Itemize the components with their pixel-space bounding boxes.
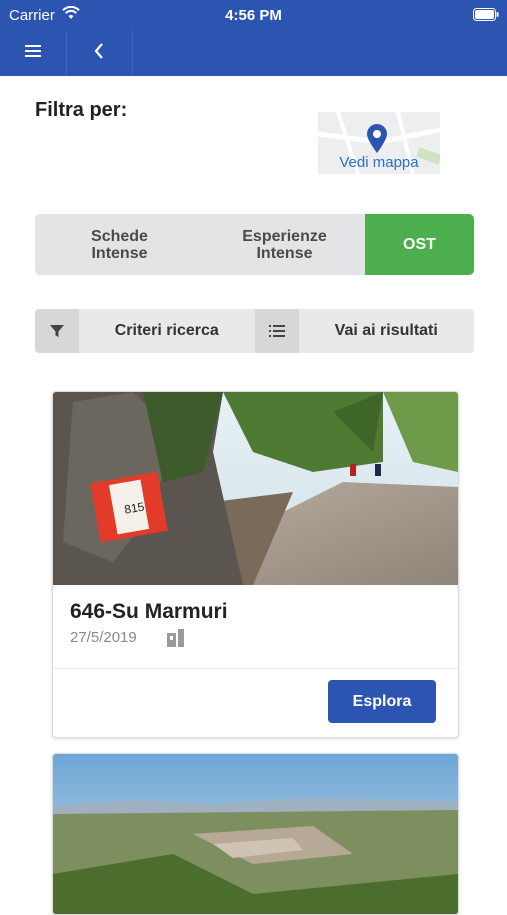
trail-card: 815 646-Su Marmuri 27/5/2019 Esplora bbox=[52, 391, 459, 738]
map-link[interactable]: Vedi mappa bbox=[318, 112, 440, 174]
nav-bar bbox=[0, 30, 507, 76]
filter-label: Filtra per: bbox=[35, 99, 128, 121]
card-title: 646-Su Marmuri bbox=[70, 600, 228, 623]
hamburger-icon bbox=[25, 44, 41, 63]
trail-icon bbox=[166, 629, 188, 652]
explore-button[interactable]: Esplora bbox=[328, 680, 436, 723]
back-button[interactable] bbox=[66, 30, 133, 76]
trail-card bbox=[52, 753, 459, 915]
list-icon[interactable] bbox=[254, 309, 299, 353]
battery-icon bbox=[473, 8, 499, 25]
search-criteria-button[interactable]: Criteri ricerca bbox=[79, 309, 255, 353]
segment-schede-intense[interactable]: Schede Intense bbox=[35, 214, 204, 275]
trail-photo bbox=[53, 754, 458, 914]
clock: 4:56 PM bbox=[225, 7, 282, 24]
status-bar: Carrier 4:56 PM bbox=[0, 0, 507, 30]
menu-button[interactable] bbox=[0, 30, 67, 76]
card-divider bbox=[53, 668, 458, 669]
results-toolbar: Criteri ricerca Vai ai risultati bbox=[35, 309, 474, 353]
segment-ost[interactable]: OST bbox=[365, 214, 474, 275]
segment-esperienze-intense[interactable]: Esperienze Intense bbox=[204, 214, 365, 275]
trail-photo: 815 bbox=[53, 392, 458, 585]
card-date: 27/5/2019 bbox=[70, 629, 137, 646]
map-link-label: Vedi mappa bbox=[339, 154, 419, 171]
filter-icon[interactable] bbox=[35, 309, 79, 353]
go-to-results-button[interactable]: Vai ai risultati bbox=[299, 309, 475, 353]
category-segment-control: Schede Intense Esperienze Intense OST bbox=[35, 214, 474, 275]
chevron-left-icon bbox=[94, 42, 104, 64]
